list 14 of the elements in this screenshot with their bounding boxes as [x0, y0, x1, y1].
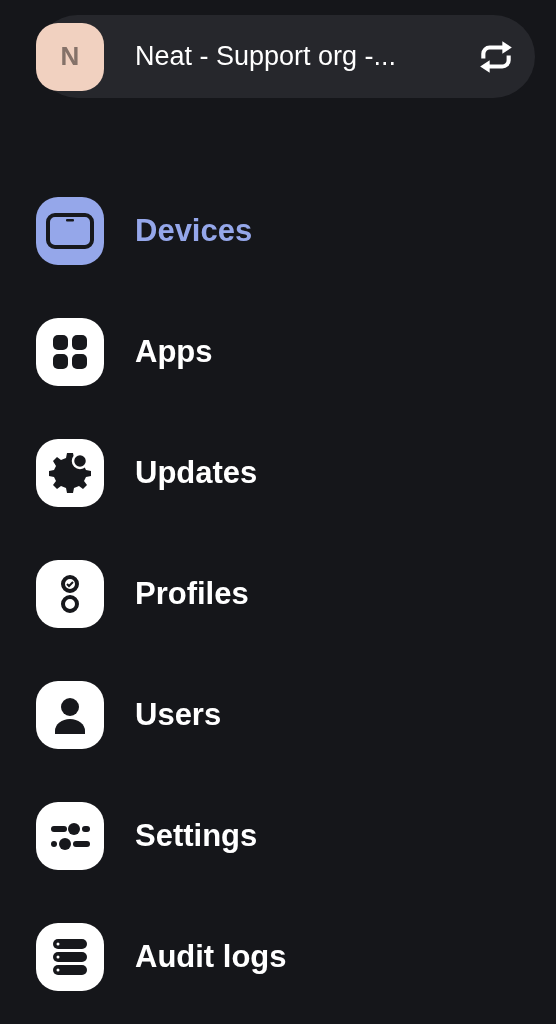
devices-icon — [36, 197, 104, 265]
nav-item[interactable]: Apps — [36, 318, 535, 386]
org-name: Neat - Support org -... — [135, 41, 398, 72]
nav-item[interactable]: Settings — [36, 802, 535, 870]
settings-icon — [36, 802, 104, 870]
nav-item[interactable]: Profiles — [36, 560, 535, 628]
nav-item[interactable]: Users — [36, 681, 535, 749]
users-icon — [36, 681, 104, 749]
nav-item[interactable]: Updates — [36, 439, 535, 507]
nav-item[interactable]: Devices — [36, 197, 535, 265]
org-switcher[interactable]: N Neat - Support org -... — [36, 15, 535, 98]
apps-icon — [36, 318, 104, 386]
org-avatar: N — [36, 22, 104, 91]
nav-item[interactable]: Audit logs — [36, 923, 535, 991]
